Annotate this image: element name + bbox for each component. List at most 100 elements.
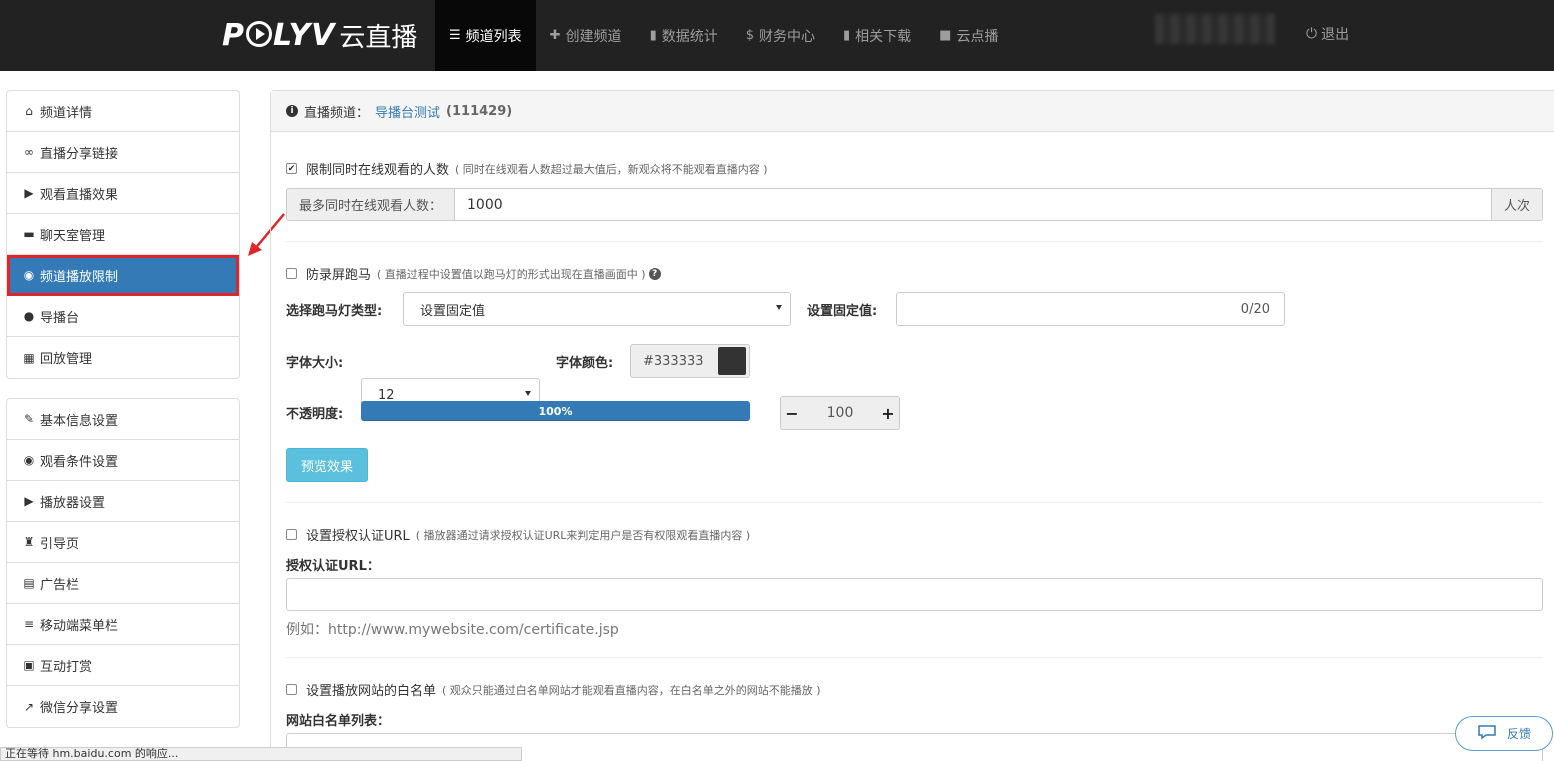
- auth-url-label: 设置授权认证URL: [306, 529, 410, 544]
- font-color-picker[interactable]: #333333: [630, 344, 750, 378]
- user-account-blurred[interactable]: [1155, 14, 1275, 44]
- whitelist-hint: ( 观众只能通过白名单网站才能观看直播内容，在白名单之外的网站不能播放 ): [442, 683, 821, 697]
- feedback-button[interactable]: 反馈: [1455, 716, 1553, 751]
- play-circle-icon: ▶: [24, 186, 34, 200]
- top-navbar: P LYV 云直播 ☰ 频道列表 ✚ 创建频道 ▮ 数据统计 $ 财务中心 ▮ 相关下载 ■ 云点播 ⏻…: [0, 0, 1554, 71]
- color-swatch[interactable]: [718, 347, 746, 375]
- marquee-type-label: 选择跑马灯类型:: [286, 304, 383, 319]
- sidebar-item-group1-2[interactable]: ▶ 观看直播效果: [7, 173, 239, 214]
- nav-item-1[interactable]: ✚ 创建频道: [536, 0, 636, 71]
- sidebar-item-group2-2[interactable]: ▶ 播放器设置: [7, 481, 239, 522]
- caret-down-icon: [776, 305, 782, 310]
- chat-bubble-icon: [1477, 724, 1497, 743]
- font-size-label: 字体大小:: [286, 356, 344, 371]
- plus-button[interactable]: +: [877, 404, 899, 423]
- channel-id: (111429): [446, 103, 513, 119]
- fixed-value-input[interactable]: 0/20: [896, 292, 1285, 326]
- sidebar-item-group1-6[interactable]: ▦ 回放管理: [7, 337, 239, 378]
- nav-item-4[interactable]: ▮ 相关下载: [829, 0, 925, 71]
- sidebar-item-group1-0[interactable]: ⌂ 频道详情: [7, 91, 239, 132]
- sidebar-item-label: 观看条件设置: [40, 454, 119, 470]
- tower-icon: ♜: [23, 535, 35, 549]
- sidebar-item-label: 观看直播效果: [40, 187, 119, 203]
- sidebar-item-label: 导播台: [40, 310, 80, 326]
- browser-status-bar: 正在等待 hm.baidu.com 的响应...: [0, 747, 522, 761]
- sidebar-item-label: 频道详情: [40, 105, 93, 121]
- sidebar-item-group1-3[interactable]: ▬ 聊天室管理: [7, 214, 239, 255]
- sidebar-item-group2-1[interactable]: ◉ 观看条件设置: [7, 440, 239, 481]
- marquee-checkbox[interactable]: [286, 268, 297, 279]
- home-icon: ⌂: [25, 104, 33, 118]
- sidebar-item-group1-5[interactable]: ● 导播台: [7, 296, 239, 337]
- auth-url-checkbox[interactable]: [286, 529, 297, 540]
- question-circle-icon[interactable]: ?: [648, 267, 661, 280]
- whitelist-row: 设置播放网站的白名单 ( 观众只能通过白名单网站才能观看直播内容，在白名单之外的…: [286, 680, 821, 699]
- sidebar-item-group2-3[interactable]: ♜ 引导页: [7, 522, 239, 563]
- divider: [286, 502, 1543, 503]
- stats-icon: ▮: [843, 28, 851, 43]
- fixed-value-label: 设置固定值:: [807, 304, 878, 319]
- marquee-type-select[interactable]: 设置固定值: [403, 292, 791, 326]
- divider: [286, 657, 1543, 658]
- sidebar-group-channel: ⌂ 频道详情 ∞ 直播分享链接 ▶ 观看直播效果 ▬ 聊天室管理 ◉ 频道播放限制 ● 导播台 ▦ 回放管…: [6, 90, 240, 379]
- logout-button[interactable]: ⏻ 退出: [1306, 24, 1349, 44]
- opacity-slider-fill: 100%: [361, 401, 750, 421]
- max-viewers-label: 最多同时在线观看人数：: [287, 189, 456, 220]
- sidebar-item-label: 直播分享链接: [40, 146, 119, 162]
- info-circle-icon: i: [286, 105, 298, 117]
- limit-viewers-checkbox[interactable]: ✔: [286, 163, 297, 174]
- minus-button[interactable]: −: [781, 404, 803, 423]
- plus-icon: ✚: [549, 28, 561, 43]
- sidebar-item-label: 广告栏: [40, 577, 80, 593]
- eye-icon: ◉: [23, 453, 35, 467]
- sidebar-item-group2-0[interactable]: ✎ 基本信息设置: [7, 399, 239, 440]
- nav-item-label: 频道列表: [465, 28, 522, 45]
- dollar-icon: $: [745, 28, 754, 43]
- share-icon: ↗: [23, 699, 35, 714]
- pencil-icon: ✎: [23, 412, 35, 426]
- sidebar-group-settings: ✎ 基本信息设置 ◉ 观看条件设置 ▶ 播放器设置 ♜ 引导页 ▤ 广告栏 ≡ 移动端菜单栏 ▣ 互动打赏…: [6, 398, 240, 728]
- nav-item-3[interactable]: $ 财务中心: [732, 0, 829, 71]
- sidebar-item-group2-5[interactable]: ≡ 移动端菜单栏: [7, 604, 239, 645]
- gift-icon: ▣: [23, 658, 35, 672]
- power-icon: ⏻: [1306, 26, 1318, 42]
- feedback-label: 反馈: [1506, 727, 1531, 741]
- preview-button[interactable]: 预览效果: [286, 448, 368, 482]
- limit-viewers-hint: ( 同时在线观看人数超过最大值后，新观众将不能观看直播内容 ): [455, 162, 768, 176]
- nav-item-2[interactable]: ▮ 数据统计: [636, 0, 732, 71]
- limit-viewers-row: ✔ 限制同时在线观看的人数 ( 同时在线观看人数超过最大值后，新观众将不能观看直…: [286, 159, 768, 178]
- sidebar-item-group2-7[interactable]: ↗ 微信分享设置: [7, 686, 239, 727]
- max-viewers-input[interactable]: 1000: [455, 189, 1491, 220]
- auth-url-field-label: 授权认证URL：: [286, 559, 380, 574]
- sidebar-item-group2-4[interactable]: ▤ 广告栏: [7, 563, 239, 604]
- max-viewers-unit: 人次: [1490, 189, 1542, 220]
- auth-url-example: 例如：http://www.mywebsite.com/certificate.…: [286, 622, 619, 638]
- logo-text: 云直播: [339, 22, 418, 53]
- nav-item-5[interactable]: ■ 云点播: [925, 0, 1012, 71]
- sidebar-item-group2-6[interactable]: ▣ 互动打赏: [7, 645, 239, 686]
- marquee-type-value: 设置固定值: [420, 303, 486, 319]
- fixed-value-counter: 0/20: [1240, 301, 1270, 317]
- sidebar-item-label: 互动打赏: [40, 659, 93, 675]
- sidebar-item-label: 移动端菜单栏: [40, 618, 119, 634]
- eye-slash-icon: ◉: [23, 268, 35, 282]
- channel-name-link[interactable]: 导播台测试: [375, 102, 440, 121]
- limit-viewers-label: 限制同时在线观看的人数: [306, 163, 450, 178]
- logo-brand: P LYV: [222, 17, 336, 53]
- whitelist-checkbox[interactable]: [286, 684, 297, 695]
- opacity-stepper-value[interactable]: 100: [803, 405, 877, 421]
- polyv-logo[interactable]: P LYV 云直播: [222, 14, 417, 56]
- briefcase-icon: ▤: [23, 576, 35, 590]
- menu-icon: ≡: [23, 617, 35, 631]
- divider: [286, 241, 1543, 242]
- nav-item-0[interactable]: ☰ 频道列表: [435, 0, 536, 71]
- sidebar-item-group1-1[interactable]: ∞ 直播分享链接: [7, 132, 239, 173]
- list-icon: ☰: [449, 28, 461, 43]
- auth-url-input[interactable]: [286, 578, 1543, 611]
- sidebar-item-group1-4[interactable]: ◉ 频道播放限制: [7, 255, 239, 296]
- opacity-stepper: − 100 +: [780, 396, 900, 430]
- font-color-label: 字体颜色:: [556, 356, 614, 371]
- play-square-icon: ▶: [24, 494, 34, 508]
- opacity-slider-track[interactable]: 100%: [361, 401, 750, 421]
- marquee-hint: ( 直播过程中设置值以跑马灯的形式出现在直播画面中 ): [377, 267, 646, 281]
